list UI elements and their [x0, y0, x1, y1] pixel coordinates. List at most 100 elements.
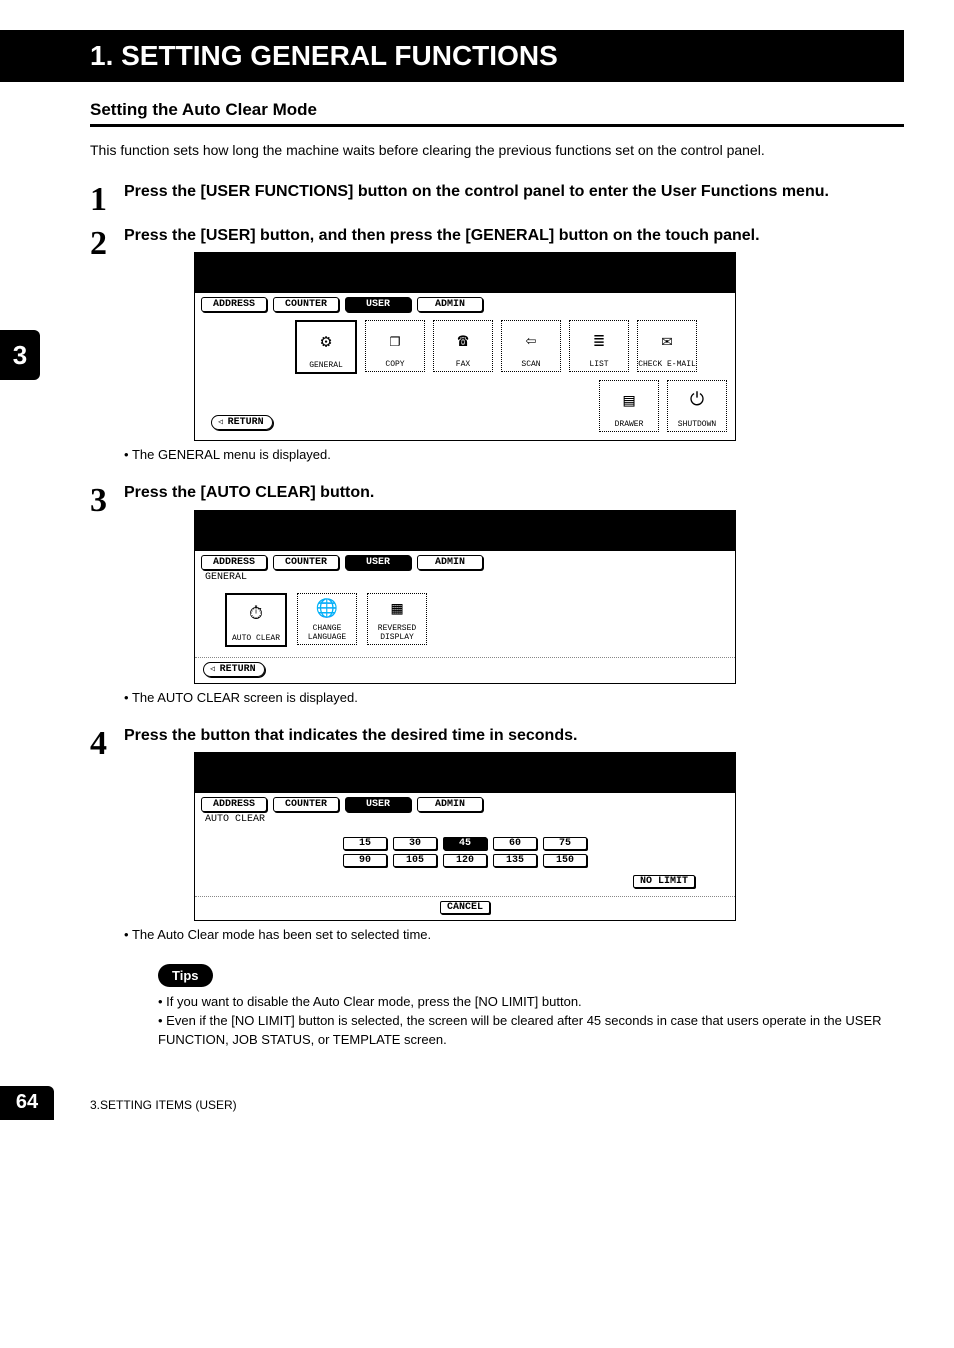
section-title: Setting the Auto Clear Mode	[90, 100, 904, 120]
step-instruction: Press the [USER] button, and then press …	[124, 225, 904, 247]
time-row-1: 15 30 45 60 75	[205, 837, 725, 850]
time-button-75[interactable]: 75	[543, 837, 587, 850]
tab-admin[interactable]: ADMIN	[417, 797, 483, 812]
fax-button[interactable]: ☎ FAX	[433, 320, 493, 372]
no-limit-button[interactable]: NO LIMIT	[633, 875, 695, 888]
return-button[interactable]: RETURN	[203, 662, 265, 677]
list-label: LIST	[589, 360, 608, 369]
step-number: 2	[90, 225, 124, 475]
auto-clear-screen: ADDRESS COUNTER USER ADMIN AUTO CLEAR 15…	[194, 752, 736, 921]
step-note: The Auto Clear mode has been set to sele…	[124, 927, 904, 942]
panel-tabs-row: ADDRESS COUNTER USER ADMIN	[195, 793, 735, 814]
scan-button[interactable]: ⇦ SCAN	[501, 320, 561, 372]
globe-icon: 🌐	[316, 594, 338, 624]
tab-address[interactable]: ADDRESS	[201, 555, 267, 570]
breadcrumb: AUTO CLEAR	[195, 814, 735, 827]
step-number: 4	[90, 725, 124, 1050]
drawer-label: DRAWER	[615, 420, 644, 429]
tab-counter[interactable]: COUNTER	[273, 797, 339, 812]
return-button[interactable]: RETURN	[211, 415, 273, 430]
page-footer: 64 3.SETTING ITEMS (USER)	[0, 1080, 904, 1120]
shutdown-icon: ⏻	[690, 381, 704, 420]
cancel-button[interactable]: CANCEL	[440, 901, 490, 914]
reversed-display-button[interactable]: ▦ REVERSED DISPLAY	[367, 593, 427, 645]
tip-item: If you want to disable the Auto Clear mo…	[158, 993, 904, 1012]
step-4: 4 Press the button that indicates the de…	[90, 725, 904, 1050]
email-label: CHECK E-MAIL	[638, 360, 696, 369]
email-icon: ✉	[662, 321, 673, 360]
time-button-45[interactable]: 45	[443, 837, 487, 850]
page-number: 64	[0, 1086, 54, 1120]
tab-address[interactable]: ADDRESS	[201, 297, 267, 312]
step-number: 1	[90, 181, 124, 217]
time-button-30[interactable]: 30	[393, 837, 437, 850]
user-icons-row-1: ⚙ GENERAL ❐ COPY ☎ FAX ⇦	[195, 314, 735, 380]
panel-tabs-row: ADDRESS COUNTER USER ADMIN	[195, 293, 735, 314]
time-button-120[interactable]: 120	[443, 854, 487, 867]
tab-user[interactable]: USER	[345, 797, 411, 812]
drawer-icon: ▤	[624, 381, 635, 420]
general-label: GENERAL	[309, 361, 343, 370]
time-button-150[interactable]: 150	[543, 854, 587, 867]
auto-clear-icon: ⏱	[249, 595, 263, 634]
time-button-15[interactable]: 15	[343, 837, 387, 850]
shutdown-button[interactable]: ⏻ SHUTDOWN	[667, 380, 727, 432]
tips-badge: Tips	[158, 964, 213, 987]
step-instruction: Press the button that indicates the desi…	[124, 725, 904, 747]
breadcrumb: GENERAL	[195, 572, 735, 585]
tip-item: Even if the [NO LIMIT] button is selecte…	[158, 1012, 904, 1050]
time-button-90[interactable]: 90	[343, 854, 387, 867]
step-number: 3	[90, 482, 124, 717]
tab-admin[interactable]: ADMIN	[417, 555, 483, 570]
tab-counter[interactable]: COUNTER	[273, 555, 339, 570]
step-note: The AUTO CLEAR screen is displayed.	[124, 690, 904, 705]
time-button-105[interactable]: 105	[393, 854, 437, 867]
drawer-button[interactable]: ▤ DRAWER	[599, 380, 659, 432]
shutdown-label: SHUTDOWN	[678, 420, 716, 429]
chapter-bar: 1. SETTING GENERAL FUNCTIONS	[0, 30, 904, 82]
fax-icon: ☎	[458, 321, 469, 360]
scan-icon: ⇦	[526, 321, 537, 360]
general-icon: ⚙	[321, 322, 332, 361]
side-chapter-tab: 3	[0, 330, 40, 380]
auto-clear-button[interactable]: ⏱ AUTO CLEAR	[225, 593, 287, 647]
step-instruction: Press the [USER FUNCTIONS] button on the…	[124, 181, 904, 203]
change-language-label: CHANGE LANGUAGE	[308, 624, 346, 642]
copy-button[interactable]: ❐ COPY	[365, 320, 425, 372]
step-instruction: Press the [AUTO CLEAR] button.	[124, 482, 904, 504]
fax-label: FAX	[456, 360, 470, 369]
step-1: 1 Press the [USER FUNCTIONS] button on t…	[90, 181, 904, 217]
auto-clear-label: AUTO CLEAR	[232, 634, 280, 643]
step-3: 3 Press the [AUTO CLEAR] button. ADDRESS…	[90, 482, 904, 717]
time-button-60[interactable]: 60	[493, 837, 537, 850]
copy-label: COPY	[385, 360, 404, 369]
reversed-display-icon: ▦	[392, 594, 403, 624]
panel-tabs-row: ADDRESS COUNTER USER ADMIN	[195, 551, 735, 572]
check-email-button[interactable]: ✉ CHECK E-MAIL	[637, 320, 697, 372]
general-options-row: ⏱ AUTO CLEAR 🌐 CHANGE LANGUAGE ▦ REVERSE…	[195, 585, 735, 658]
time-button-135[interactable]: 135	[493, 854, 537, 867]
screen-title-bar	[195, 253, 735, 293]
tab-address[interactable]: ADDRESS	[201, 797, 267, 812]
tips-list: If you want to disable the Auto Clear mo…	[158, 993, 904, 1050]
copy-icon: ❐	[390, 321, 401, 360]
general-button[interactable]: ⚙ GENERAL	[295, 320, 357, 374]
step-2: 2 Press the [USER] button, and then pres…	[90, 225, 904, 475]
screen-title-bar	[195, 753, 735, 793]
user-menu-screen: ADDRESS COUNTER USER ADMIN ⚙ GENERAL ❐ C…	[194, 252, 736, 441]
tab-user[interactable]: USER	[345, 297, 411, 312]
reversed-display-label: REVERSED DISPLAY	[378, 624, 416, 642]
tab-user[interactable]: USER	[345, 555, 411, 570]
intro-text: This function sets how long the machine …	[90, 141, 904, 161]
change-language-button[interactable]: 🌐 CHANGE LANGUAGE	[297, 593, 357, 645]
list-button[interactable]: ≣ LIST	[569, 320, 629, 372]
screen-title-bar	[195, 511, 735, 551]
tab-admin[interactable]: ADMIN	[417, 297, 483, 312]
general-menu-screen: ADDRESS COUNTER USER ADMIN GENERAL ⏱ AUT…	[194, 510, 736, 684]
user-icons-row-2: ▤ DRAWER ⏻ SHUTDOWN	[599, 380, 727, 432]
section-rule	[90, 124, 904, 127]
list-icon: ≣	[594, 321, 605, 360]
chapter-title: 1. SETTING GENERAL FUNCTIONS	[90, 40, 884, 72]
tab-counter[interactable]: COUNTER	[273, 297, 339, 312]
time-row-2: 90 105 120 135 150	[205, 854, 725, 867]
